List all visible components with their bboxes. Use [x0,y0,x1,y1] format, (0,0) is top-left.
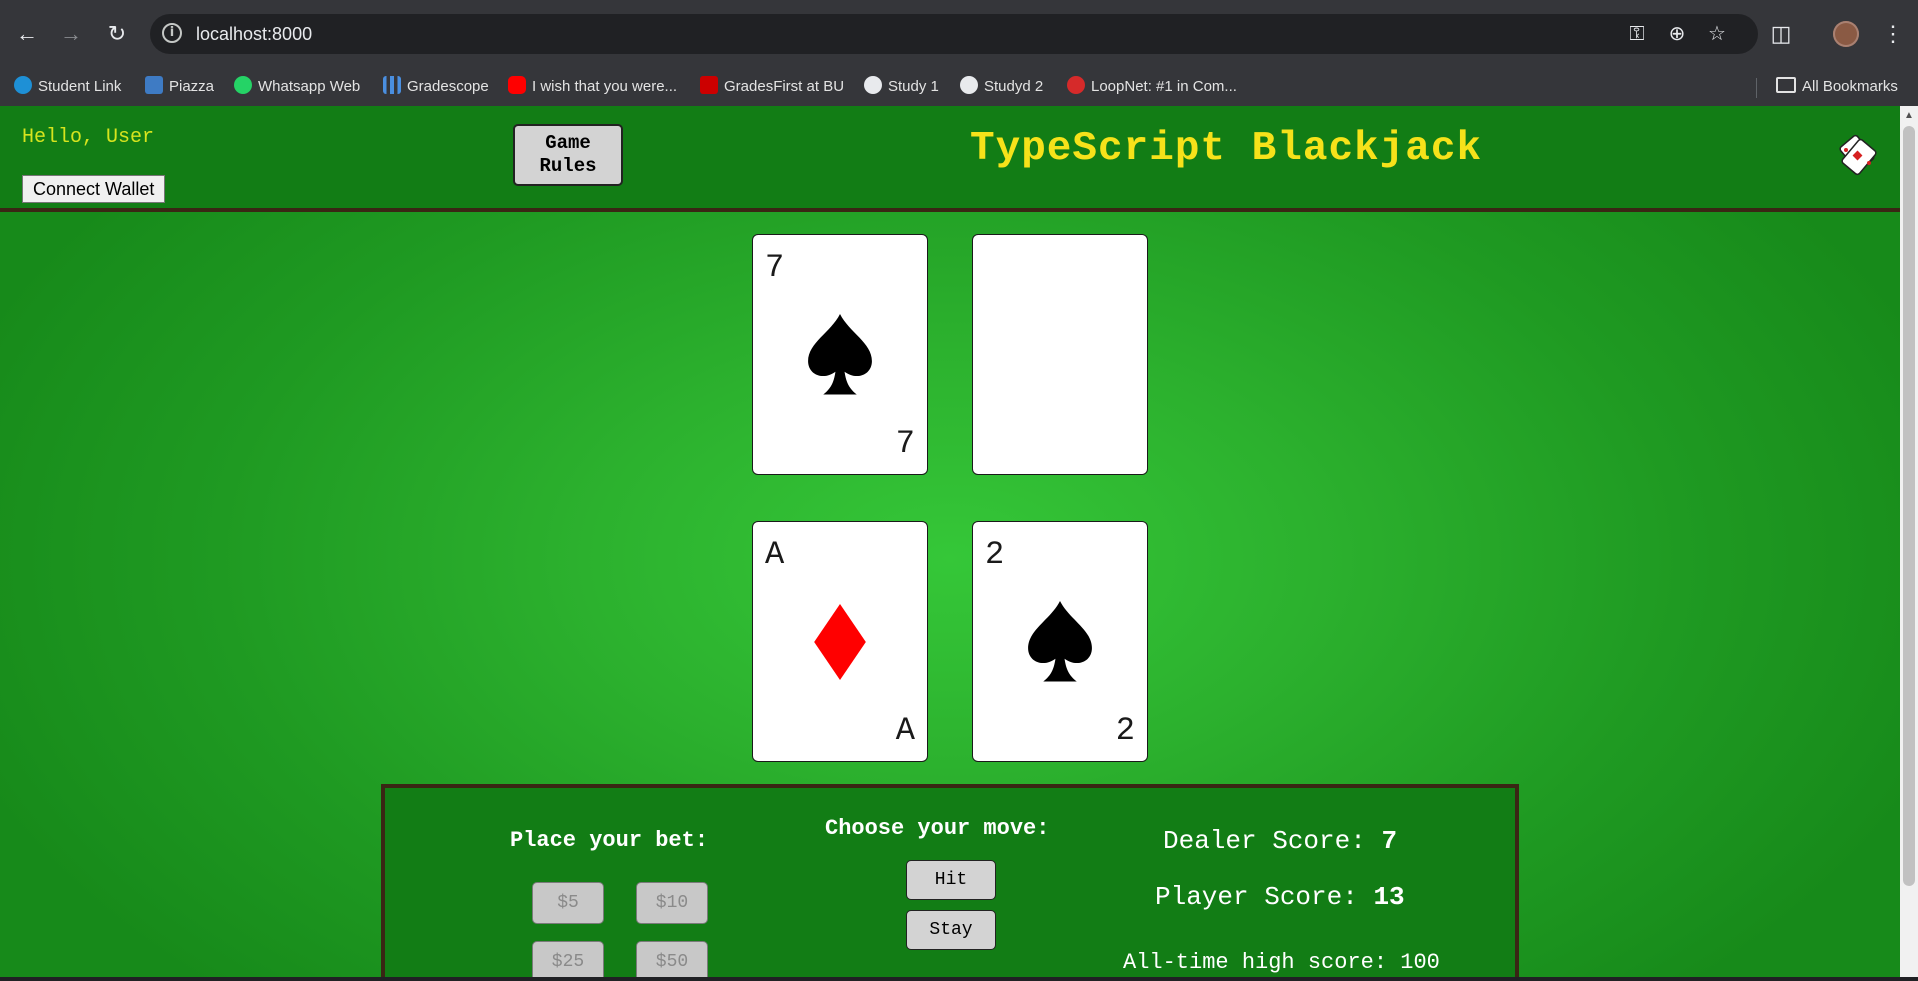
card-rank-bottom: A [895,712,915,749]
cards-logo-icon [1839,134,1877,176]
back-arrow-icon[interactable]: ← [12,19,42,49]
forward-arrow-icon[interactable]: → [56,19,86,49]
bookmarks-divider [1756,78,1757,98]
salesforce-cloud-icon [14,76,32,95]
greeting-text: Hello, User [22,126,155,149]
bet-5-button[interactable]: $5 [532,882,604,924]
profile-avatar[interactable] [1833,21,1859,47]
dealer-score-label: Dealer Score: [1163,826,1366,856]
connect-wallet-button[interactable]: Connect Wallet [22,175,166,203]
extensions-icon[interactable]: ◫ [1766,19,1796,49]
all-bookmarks-button[interactable]: All Bookmarks [1776,68,1898,106]
hit-button[interactable]: Hit [906,860,996,900]
bookmarks-bar: Student Link Piazza Whatsapp Web Gradesc… [0,68,1918,106]
github-icon [864,76,882,95]
bu-icon [700,76,718,95]
game-control-panel: Place your bet: $5 $10 $25 $50 Choose yo… [381,784,1519,977]
scroll-thumb[interactable] [1903,126,1915,886]
whatsapp-icon [234,76,252,95]
dealer-score-value: 7 [1381,826,1398,856]
bookmark-piazza[interactable]: Piazza [145,68,214,106]
scroll-up-arrow-icon[interactable]: ▲ [1900,108,1918,124]
address-bar[interactable]: i localhost:8000 ⚿ ⊕ ☆ [150,14,1758,54]
game-rules-label-line1: Game [545,132,591,154]
player-score: Player Score: 13 [1155,882,1405,912]
bookmark-gradescope[interactable]: Gradescope [383,68,489,106]
spade-suit-icon [1028,600,1092,682]
bookmark-student-link[interactable]: Student Link [14,68,121,106]
bet-heading: Place your bet: [510,828,709,853]
dealer-card-hidden [972,234,1148,475]
bookmark-gradesfirst[interactable]: GradesFirst at BU [700,68,844,106]
window-bottom-edge [0,977,1918,981]
card-rank: 2 [985,536,1005,573]
bookmark-loopnet[interactable]: LoopNet: #1 in Com... [1067,68,1237,106]
high-score-text: All-time high score: 100 [1123,950,1440,975]
game-rules-label-line2: Rules [539,155,597,177]
page-scrollbar[interactable]: ▲ [1900,106,1918,977]
loopnet-icon [1067,76,1085,95]
player-score-value: 13 [1373,882,1405,912]
gradescope-icon [383,76,401,95]
menu-kebab-icon[interactable]: ⋮ [1878,19,1908,49]
page-title: TypeScript Blackjack [970,126,1483,172]
move-heading: Choose your move: [825,816,1050,841]
bookmark-studyd-2[interactable]: Studyd 2 [960,68,1043,106]
password-key-icon[interactable]: ⚿ [1624,21,1650,47]
reload-icon[interactable]: ↻ [102,19,132,49]
bookmark-whatsapp[interactable]: Whatsapp Web [234,68,360,106]
site-info-icon[interactable]: i [162,23,182,43]
stay-button[interactable]: Stay [906,910,996,950]
bet-25-button[interactable]: $25 [532,941,604,977]
youtube-icon [508,76,526,95]
bookmark-star-icon[interactable]: ☆ [1704,21,1730,47]
player-score-label: Player Score: [1155,882,1358,912]
dealer-card-1: 7 7 [752,234,928,475]
card-rank-bottom: 7 [895,425,915,462]
page-header: Hello, User Connect Wallet Game Rules Ty… [0,106,1900,212]
bet-10-button[interactable]: $10 [636,882,708,924]
card-rank-bottom: 2 [1115,712,1135,749]
dealer-score: Dealer Score: 7 [1163,826,1397,856]
piazza-icon [145,76,163,95]
bet-50-button[interactable]: $50 [636,941,708,977]
game-rules-button[interactable]: Game Rules [513,124,623,186]
page-viewport: Hello, User Connect Wallet Game Rules Ty… [0,106,1900,977]
player-card-2: 2 2 [972,521,1148,762]
url-text[interactable]: localhost:8000 [196,14,312,54]
browser-toolbar: ← → ↻ i localhost:8000 ⚿ ⊕ ☆ ◫ ⋮ [0,0,1918,68]
zoom-icon[interactable]: ⊕ [1664,21,1690,47]
github-icon [960,76,978,95]
bookmark-study-1[interactable]: Study 1 [864,68,939,106]
folder-icon [1776,77,1796,94]
diamond-suit-icon [814,603,866,680]
bookmark-youtube[interactable]: I wish that you were... [508,68,677,106]
spade-suit-icon [808,313,872,395]
card-rank: 7 [765,249,785,286]
card-rank: A [765,536,785,573]
player-card-1: A A [752,521,928,762]
